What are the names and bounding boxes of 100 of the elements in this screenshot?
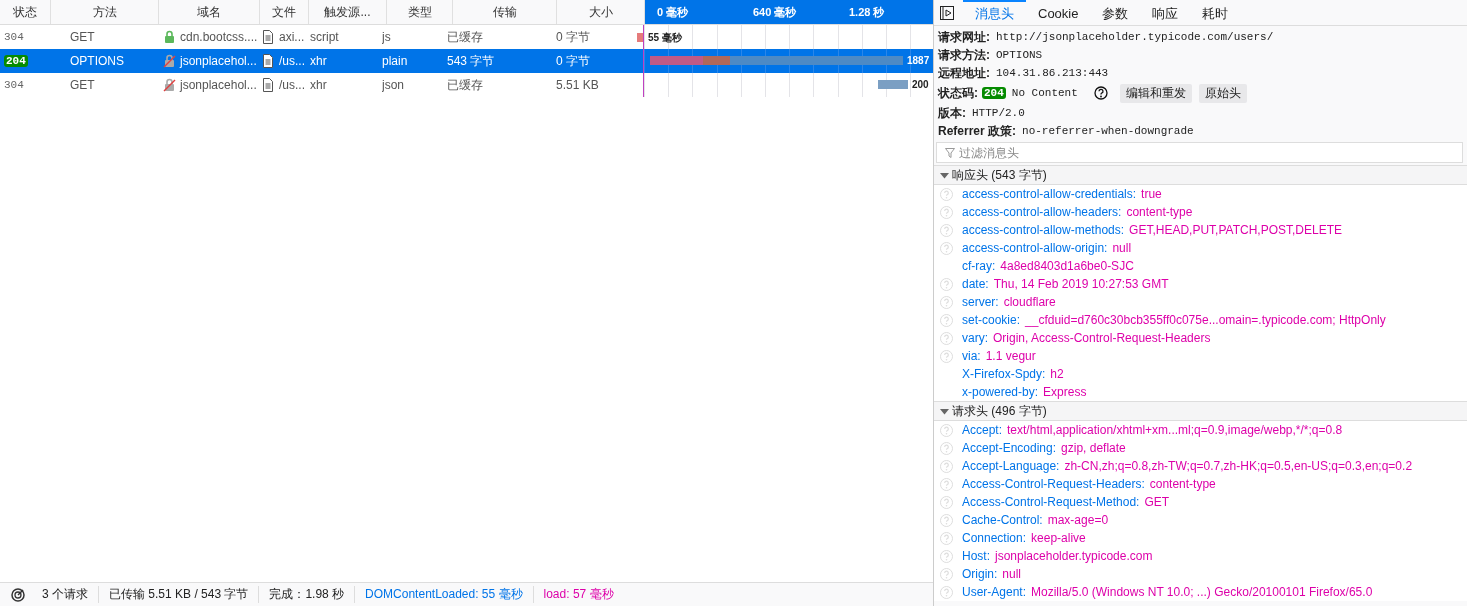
header-value: h2 — [1050, 367, 1064, 381]
header-value: content-type — [1126, 205, 1193, 219]
column-header[interactable]: 状态 — [0, 0, 51, 24]
status-text: 已传输 5.51 KB / 543 字节 — [98, 586, 259, 603]
header-value: true — [1141, 187, 1162, 201]
header-value: cloudflare — [1003, 295, 1056, 309]
field-value: OPTIONS — [996, 49, 1043, 61]
button[interactable]: 原始头 — [1198, 83, 1247, 103]
table-cell: /us... — [279, 78, 305, 92]
table-cell-text: js — [382, 29, 392, 46]
timeline-tick: 640 毫秒 — [752, 4, 798, 20]
field-label: Referrer 政策: — [938, 122, 1017, 140]
header-value: null — [1112, 241, 1132, 255]
field-label: 请求网址: — [938, 28, 990, 46]
header-name: Accept-Encoding: — [962, 441, 1057, 455]
field-label: 请求方法: — [938, 46, 990, 64]
table-cell: cdn.bootcss.... — [180, 30, 257, 44]
column-header[interactable]: 方法 — [51, 0, 159, 24]
header-name: access-control-allow-methods: — [962, 223, 1125, 237]
header-name: Accept: — [962, 423, 1003, 437]
section-title: 响应头 (543 字节) — [952, 166, 1047, 184]
request-row[interactable]: 204 OPTIONS jsonplacehol... /us... xhr plain 543 字节 0 字节 1887 — [0, 49, 933, 73]
field-value: 104.31.86.213:443 — [996, 67, 1109, 79]
table-cell-text: 0 字节 — [555, 28, 591, 46]
field-label: 远程地址: — [938, 64, 990, 82]
filter-icon — [945, 148, 955, 158]
table-cell: axi... — [279, 30, 305, 44]
column-header[interactable]: 域名 — [159, 0, 260, 24]
field-label: 状态码: — [938, 84, 978, 102]
column-header[interactable]: 文件 — [260, 0, 309, 24]
table-cell-text: GET — [69, 29, 96, 46]
header-name: cf-ray: — [962, 259, 996, 273]
document-icon — [262, 78, 273, 92]
request-row[interactable]: 304 GET jsonplacehol... /us... xhr json 已缓存 5.51 KB 200 — [0, 73, 933, 97]
table-cell-text: 5.51 KB — [555, 77, 600, 94]
header-name: via: — [962, 349, 981, 363]
help-icon — [1093, 86, 1108, 100]
table-cell: jsonplacehol... — [180, 54, 257, 68]
field-label: 版本: — [938, 104, 966, 122]
field-value: No Content — [1011, 87, 1078, 99]
timing-bar — [637, 33, 643, 42]
column-header[interactable]: 类型 — [387, 0, 453, 24]
tab[interactable]: 响应 — [1140, 0, 1191, 25]
request-row[interactable]: 304 GET cdn.bootcss.... axi... script js 已缓存 0 字节 55 毫秒 — [0, 25, 933, 49]
section-header[interactable]: 请求头 (496 字节) — [934, 401, 1467, 421]
status-text: 3 个请求 — [41, 586, 89, 603]
table-cell-text: 已缓存 — [447, 76, 484, 94]
tab[interactable]: 耗时 — [1190, 0, 1241, 25]
header-name: server: — [962, 295, 999, 309]
field-value: no-referrer-when-downgrade — [1022, 125, 1194, 137]
section-header[interactable]: 响应头 (543 字节) — [934, 165, 1467, 185]
document-icon — [262, 30, 273, 44]
header-value: max-age=0 — [1047, 513, 1109, 527]
header-value: __cfduid=d760c30bcb355ff0c075e...omain=.typicode.com; HttpOnly — [1025, 313, 1386, 327]
throttle-icon — [10, 586, 26, 603]
header-value: content-type — [1149, 477, 1216, 491]
header-value: text/html,application/xhtml+xm...ml;q=0.9,image/webp,*/*;q=0.8 — [1007, 423, 1343, 437]
table-cell-text: 543 字节 — [447, 52, 496, 70]
header-value: null — [1002, 567, 1022, 581]
header-name: X-Firefox-Spdy: — [962, 367, 1046, 381]
header-value: 4a8ed8403d1a6be0-SJC — [1000, 259, 1134, 273]
header-name: x-powered-by: — [962, 385, 1039, 399]
timing-bar — [878, 80, 908, 89]
header-name: date: — [962, 277, 989, 291]
column-header[interactable]: 触发源... — [309, 0, 387, 24]
header-name: Accept-Language: — [962, 459, 1060, 473]
header-value: Thu, 14 Feb 2019 10:27:53 GMT — [993, 277, 1169, 291]
table-cell: /us... — [279, 54, 305, 68]
field-value: HTTP/2.0 — [972, 107, 1025, 119]
timing-label: 55 毫秒 — [648, 31, 682, 45]
button[interactable]: 编辑和重发 — [1119, 83, 1192, 103]
status-text: load: 57 毫秒 — [532, 586, 624, 603]
table-cell: jsonplacehol... — [180, 78, 257, 92]
status-badge: 204 — [4, 55, 28, 67]
header-value: Mozilla/5.0 (Windows NT 10.0; ...) Gecko/20100101 Firefox/65.0 — [1031, 585, 1373, 599]
table-cell-text: script — [309, 29, 340, 46]
header-value: Express — [1043, 385, 1087, 399]
header-name: access-control-allow-headers: — [962, 205, 1122, 219]
header-value: zh-CN,zh;q=0.8,zh-TW;q=0.7,zh-HK;q=0.5,en-US;q=0.3,en;q=0.2 — [1064, 459, 1413, 473]
header-name: Access-Control-Request-Method: — [962, 495, 1140, 509]
tab[interactable]: Cookie — [1026, 0, 1091, 25]
status-text: 完成：1.98 秒 — [258, 586, 355, 603]
column-header[interactable]: 传输 — [453, 0, 557, 24]
table-cell-text: xhr — [309, 77, 328, 94]
header-value: jsonplaceholder.typicode.com — [995, 549, 1153, 563]
timeline-tick: 1.28 秒 — [848, 4, 886, 20]
header-name: Cache-Control: — [962, 513, 1043, 527]
header-name: vary: — [962, 331, 988, 345]
header-value: 1.1 vegur — [985, 349, 1036, 363]
table-cell-text: plain — [382, 53, 409, 70]
header-name: access-control-allow-credentials: — [962, 187, 1137, 201]
status-code: 304 — [4, 31, 24, 43]
tab[interactable]: 参数 — [1090, 0, 1141, 25]
collapse-triangle-icon — [940, 406, 949, 416]
tab[interactable]: 消息头 — [963, 0, 1026, 25]
header-name: Access-Control-Request-Headers: — [962, 477, 1145, 491]
table-cell-text: 0 字节 — [555, 52, 591, 70]
filter-field[interactable]: 过滤消息头 — [936, 142, 1463, 163]
section-title: 请求头 (496 字节) — [952, 402, 1047, 420]
header-value: Origin, Access-Control-Request-Headers — [993, 331, 1211, 345]
